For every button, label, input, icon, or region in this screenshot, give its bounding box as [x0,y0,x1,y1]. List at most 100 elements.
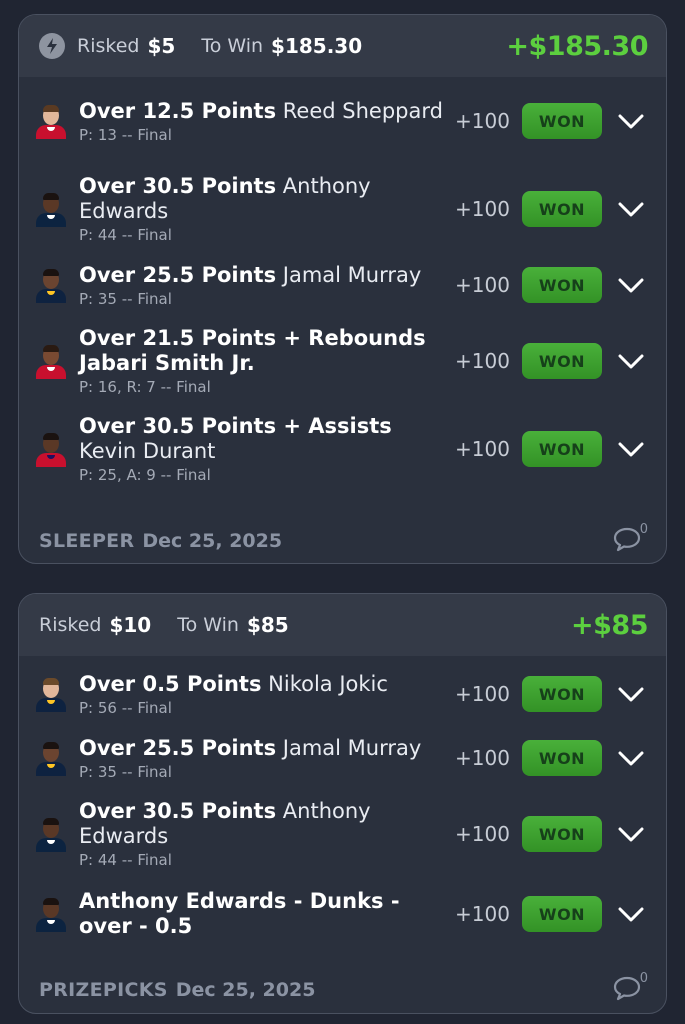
risked-amount: $10 [109,613,152,637]
player-avatar [33,896,69,932]
bet-leg[interactable]: Anthony Edwards - Dunks - over - 0.5 +10… [33,878,648,950]
bet-slip-card[interactable]: Risked $10 To Win $85 +$85 Over 0.5 Poin… [18,593,667,1014]
leg-title: Over 25.5 Points Jamal Murray [79,736,451,761]
bet-leg[interactable]: Over 25.5 Points Jamal Murray P: 35 -- F… [33,253,648,317]
risked-label: Risked [77,35,140,57]
comment-button[interactable]: 0 [612,522,648,556]
leg-stats: P: 56 -- Final [79,698,172,717]
bet-leg[interactable]: Over 21.5 Points + Rebounds Jabari Smith… [33,317,648,405]
slip-header: Risked $10 To Win $85 +$85 [19,594,666,656]
risked-label: Risked [39,614,102,636]
won-badge: WON [522,343,602,379]
chevron-down-icon[interactable] [617,904,645,924]
chevron-down-icon[interactable] [617,748,645,768]
leg-stats: P: 35 -- Final [79,289,172,308]
chevron-down-icon[interactable] [617,824,645,844]
leg-title: Over 12.5 Points Reed Sheppard [79,99,451,124]
bet-leg[interactable]: Over 25.5 Points Jamal Murray P: 35 -- F… [33,726,648,790]
leg-odds: +100 [455,682,510,706]
to-win-amount: $185.30 [271,34,363,58]
won-badge: WON [522,267,602,303]
leg-title: Over 30.5 Points Anthony Edwards [79,799,451,849]
leg-stats: P: 13 -- Final [79,125,172,144]
to-win-label: To Win [177,614,239,636]
leg-odds: +100 [455,197,510,221]
bet-leg[interactable]: Over 0.5 Points Nikola Jokic P: 56 -- Fi… [33,662,648,726]
chevron-down-icon[interactable] [617,275,645,295]
comment-icon [612,526,642,552]
won-badge: WON [522,431,602,467]
player-avatar [33,103,69,139]
player-avatar [33,191,69,227]
player-avatar [33,816,69,852]
payout-amount: +$85 [571,609,648,641]
won-badge: WON [522,191,602,227]
leg-market: Anthony Edwards - Dunks - over - 0.5 [79,889,400,938]
comment-count: 0 [639,522,648,537]
slip-date: Dec 25, 2025 [175,979,316,1001]
leg-market: Over 0.5 Points [79,671,262,696]
player-avatar [33,676,69,712]
leg-title: Over 30.5 Points Anthony Edwards [79,174,451,224]
won-badge: WON [522,896,602,932]
leg-odds: +100 [455,902,510,926]
leg-odds: +100 [455,822,510,846]
won-badge: WON [522,816,602,852]
player-avatar [33,431,69,467]
bet-leg[interactable]: Over 30.5 Points Anthony Edwards P: 44 -… [33,165,648,253]
leg-market: Over 21.5 Points + Rebounds [79,326,426,350]
leg-odds: +100 [455,746,510,770]
comment-count: 0 [639,971,648,986]
leg-player: Jamal Murray [282,735,422,760]
sportsbook-name: PRIZEPICKS [39,979,168,1001]
chevron-down-icon[interactable] [617,351,645,371]
leg-market: Over 12.5 Points [79,98,277,123]
leg-stats: P: 25, A: 9 -- Final [79,466,211,484]
bet-slip-card[interactable]: Risked $5 To Win $185.30 +$185.30 Over 1… [18,14,667,564]
player-avatar [33,740,69,776]
to-win-label: To Win [201,35,264,57]
leg-market: Over 30.5 Points [79,174,277,198]
won-badge: WON [522,676,602,712]
leg-player: Reed Sheppard [282,98,443,123]
bet-leg[interactable]: Over 30.5 Points + Assists Kevin Durant … [33,405,648,493]
leg-title: Over 21.5 Points + Rebounds Jabari Smith… [79,326,451,376]
leg-player: Nikola Jokic [268,671,388,696]
lightning-bolt-icon [39,33,65,59]
comment-icon [612,975,642,1001]
leg-market: Over 30.5 Points [79,799,277,823]
leg-title: Over 0.5 Points Nikola Jokic [79,672,451,697]
leg-odds: +100 [455,437,510,461]
leg-player: Jamal Murray [282,262,422,287]
sportsbook-name: SLEEPER [39,530,135,552]
slip-date: Dec 25, 2025 [142,530,283,552]
leg-odds: +100 [455,273,510,297]
player-avatar [33,267,69,303]
leg-player: Jabari Smith Jr. [79,351,255,375]
won-badge: WON [522,103,602,139]
chevron-down-icon[interactable] [617,111,645,131]
leg-stats: P: 44 -- Final [79,226,172,244]
leg-market: Over 25.5 Points [79,735,277,760]
leg-stats: P: 35 -- Final [79,762,172,781]
payout-amount: +$185.30 [506,30,648,62]
bet-leg[interactable]: Over 30.5 Points Anthony Edwards P: 44 -… [33,790,648,878]
bet-leg[interactable]: Over 12.5 Points Reed Sheppard P: 13 -- … [33,77,648,165]
leg-odds: +100 [455,349,510,373]
chevron-down-icon[interactable] [617,439,645,459]
slip-header: Risked $5 To Win $185.30 +$185.30 [19,15,666,77]
leg-title: Over 30.5 Points + Assists Kevin Durant [79,414,451,464]
slip-footer: SLEEPER Dec 25, 2025 0 [39,522,648,556]
leg-odds: +100 [455,109,510,133]
leg-player: Kevin Durant [79,439,216,463]
slip-footer: PRIZEPICKS Dec 25, 2025 0 [39,971,648,1005]
chevron-down-icon[interactable] [617,684,645,704]
to-win-amount: $85 [246,613,289,637]
risked-amount: $5 [147,34,176,58]
comment-button[interactable]: 0 [612,971,648,1005]
chevron-down-icon[interactable] [617,199,645,219]
leg-market: Over 30.5 Points + Assists [79,414,392,438]
leg-stats: P: 16, R: 7 -- Final [79,378,211,396]
leg-stats: P: 44 -- Final [79,851,172,869]
leg-title: Over 25.5 Points Jamal Murray [79,263,451,288]
